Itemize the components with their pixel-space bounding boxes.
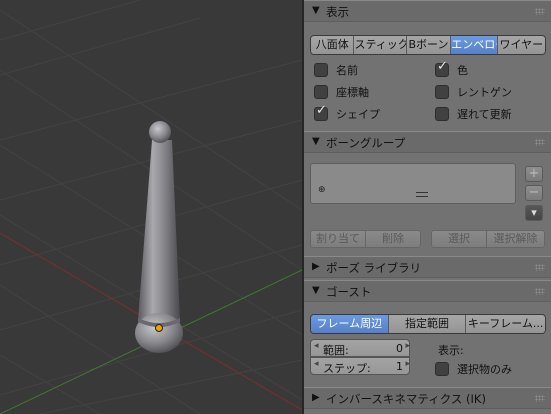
axes-checkbox[interactable]: 座標軸: [314, 84, 369, 100]
expanded-triangle-icon: ▼: [312, 5, 320, 16]
properties-editor: ▼ 表示 八面体 スティック Bボーン エンベロープ ワイヤー 名前 ✓ 色 座…: [304, 0, 551, 414]
viewport-scene: [0, 0, 302, 414]
selected-only-checkbox[interactable]: 選択物のみ: [435, 361, 512, 377]
increment-arrow-icon[interactable]: ▸: [405, 359, 410, 369]
display-mode-envelope[interactable]: エンベロープ: [451, 36, 498, 54]
ghost-mode-in-range[interactable]: 指定範囲: [388, 315, 467, 333]
add-bone-group-button[interactable]: +: [525, 166, 543, 182]
increment-arrow-icon[interactable]: ▸: [405, 341, 410, 351]
step-value: 1: [396, 360, 403, 373]
step-field[interactable]: ◂ ステップ: 1 ▸: [310, 357, 410, 375]
assign-button[interactable]: 割り当て: [310, 230, 366, 248]
expanded-triangle-icon: ▼: [312, 136, 320, 147]
drag-grip-icon[interactable]: [535, 8, 545, 15]
panel-title: 表示: [326, 5, 349, 19]
range-label: 範囲:: [323, 344, 349, 357]
xray-label: レントゲン: [457, 86, 512, 99]
display-label: 表示:: [438, 344, 464, 357]
display-mode-wire[interactable]: ワイヤー: [497, 36, 545, 54]
decrement-arrow-icon[interactable]: ◂: [314, 341, 319, 351]
decrement-arrow-icon[interactable]: ◂: [314, 359, 319, 369]
3d-viewport[interactable]: [0, 0, 302, 414]
collapsed-triangle-icon: ▶: [312, 392, 320, 403]
panel-header-ik[interactable]: ▶ インバースキネマティクス (IK): [304, 387, 551, 409]
checkbox-box: [435, 107, 449, 121]
checkbox-box: [314, 63, 328, 77]
checkbox-box: [435, 85, 449, 99]
shape-label: シェイプ: [336, 108, 380, 121]
color-checkbox[interactable]: ✓ 色: [435, 59, 468, 78]
name-checkbox[interactable]: 名前: [314, 62, 358, 78]
panel-header-bone-groups[interactable]: ▼ ボーングループ: [304, 131, 551, 153]
panel-title: ポーズ ライブラリ: [326, 261, 422, 275]
range-field[interactable]: ◂ 範囲: 0 ▸: [310, 339, 410, 357]
bone-group-list[interactable]: ⊕: [310, 163, 516, 204]
deselect-button[interactable]: 選択解除: [486, 230, 545, 248]
drag-grip-icon[interactable]: [535, 288, 545, 295]
drag-grip-icon[interactable]: [535, 395, 545, 402]
ghost-mode-around-frame[interactable]: フレーム周辺: [311, 315, 389, 333]
delay-refresh-label: 遅れて更新: [457, 108, 512, 121]
panel-header-ghost[interactable]: ▼ ゴースト: [304, 280, 551, 302]
panel-title: インバースキネマティクス (IK): [326, 392, 486, 406]
drag-grip-icon[interactable]: [535, 264, 545, 271]
panel-header-pose-library[interactable]: ▶ ポーズ ライブラリ: [304, 256, 551, 278]
step-label: ステップ:: [323, 362, 371, 375]
shape-checkbox[interactable]: ✓ シェイプ: [314, 103, 380, 122]
select-button[interactable]: 選択: [431, 230, 487, 248]
bone-group-menu-button[interactable]: ▾: [525, 205, 543, 221]
add-circle-icon[interactable]: ⊕: [318, 185, 326, 195]
name-label: 名前: [336, 64, 358, 77]
color-label: 色: [457, 64, 468, 77]
checkbox-box: [314, 85, 328, 99]
bone-envelope-shape[interactable]: [135, 121, 183, 353]
delay-refresh-checkbox[interactable]: 遅れて更新: [435, 106, 512, 122]
checkbox-box: [435, 362, 449, 376]
collapsed-triangle-icon: ▶: [312, 261, 320, 272]
drag-grip-icon[interactable]: [535, 139, 545, 146]
display-mode-octahedral[interactable]: 八面体: [311, 36, 355, 54]
checkbox-box: ✓: [314, 103, 328, 121]
axes-label: 座標軸: [336, 86, 369, 99]
list-resize-handle-icon[interactable]: [416, 192, 428, 197]
ghost-mode-keyframes[interactable]: キーフレーム...: [466, 315, 545, 333]
checkmark-icon: ✓: [437, 59, 448, 74]
checkmark-icon: ✓: [316, 103, 327, 118]
checkbox-box: ✓: [435, 59, 449, 77]
expanded-triangle-icon: ▼: [312, 285, 320, 296]
panel-title: ゴースト: [326, 285, 372, 299]
xray-checkbox[interactable]: レントゲン: [435, 84, 512, 100]
display-mode-selector: 八面体 スティック Bボーン エンベロープ ワイヤー: [310, 35, 546, 55]
range-value: 0: [396, 342, 403, 355]
origin-dot-icon: [155, 324, 163, 332]
panel-header-display[interactable]: ▼ 表示: [304, 0, 551, 22]
panel-title: ボーングループ: [326, 136, 406, 150]
selected-only-label: 選択物のみ: [457, 363, 512, 376]
display-mode-stick[interactable]: スティック: [354, 36, 407, 54]
remove-bone-group-button[interactable]: −: [525, 185, 543, 201]
remove-button[interactable]: 削除: [365, 230, 421, 248]
display-mode-bbone[interactable]: Bボーン: [406, 36, 452, 54]
ghost-mode-selector: フレーム周辺 指定範囲 キーフレーム...: [310, 314, 546, 334]
